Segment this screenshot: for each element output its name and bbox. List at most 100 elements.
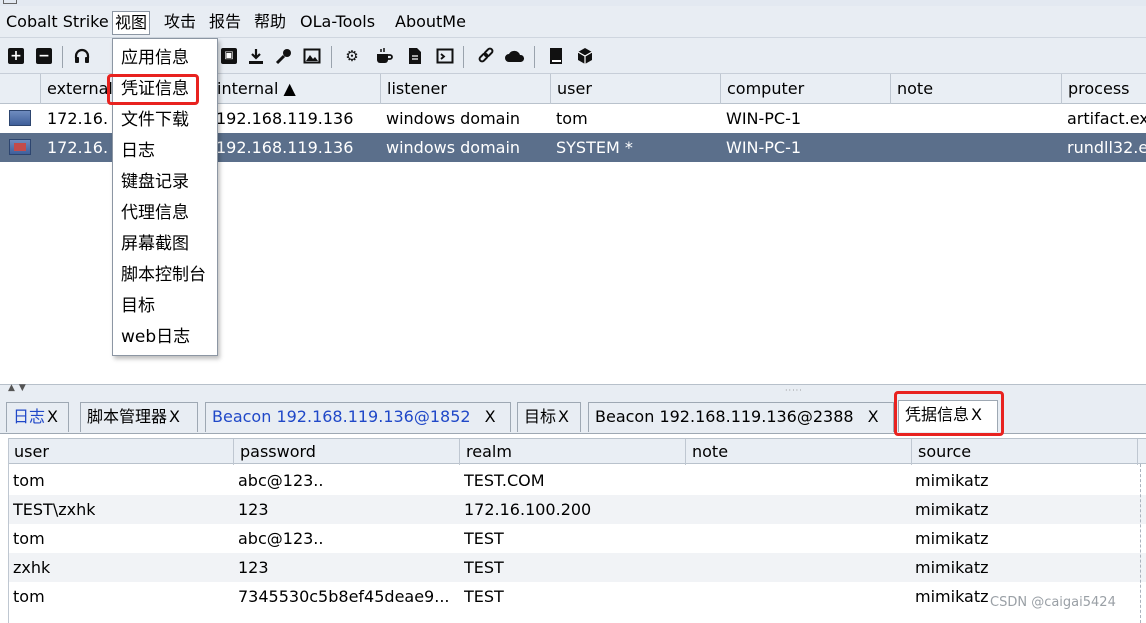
menu-attack[interactable]: 攻击 [162, 11, 198, 35]
cell-user: SYSTEM * [556, 138, 633, 157]
table-left-border [8, 438, 9, 623]
cell-password: abc@123.. [238, 529, 324, 548]
cell-user: tom [556, 109, 588, 128]
col-header-password[interactable]: password [233, 439, 459, 465]
cube-icon[interactable] [575, 46, 595, 66]
computer-icon [9, 110, 31, 126]
credential-row[interactable]: zxhk 123 TEST mimikatz [8, 553, 1146, 582]
tab-label: 目标 [524, 407, 557, 426]
split-pane-divider[interactable]: ▲▼ ····· [0, 383, 1146, 396]
cell-source: mimikatz [915, 471, 989, 490]
tab-close-button[interactable]: X [868, 407, 879, 426]
tab-label: Beacon 192.168.119.136@1852 [212, 407, 471, 426]
menu-item-log[interactable]: 日志 [113, 136, 217, 167]
menu-item-proxy-pivots[interactable]: 代理信息 [113, 198, 217, 229]
col-header-note[interactable]: note [890, 74, 1061, 104]
menu-item-web-log[interactable]: web日志 [113, 322, 217, 353]
headphones-icon[interactable] [72, 46, 92, 66]
credential-row[interactable]: tom 7345530c5b8ef45deae9... TEST mimikat… [8, 582, 1146, 611]
tab-script-manager[interactable]: 脚本管理器 X [80, 402, 198, 432]
cell-user: zxhk [13, 558, 51, 577]
view-menu-dropdown: 应用信息 凭证信息 文件下载 日志 键盘记录 代理信息 屏幕截图 脚本控制台 目… [112, 38, 218, 356]
credentials-panel: user password realm note source tom abc@… [0, 434, 1146, 623]
menu-item-keystrokes[interactable]: 键盘记录 [113, 167, 217, 198]
menu-ola-tools[interactable]: OLa-Tools [298, 11, 377, 35]
computer-system-icon [9, 139, 31, 155]
link-icon[interactable] [476, 46, 496, 66]
cell-source: mimikatz [915, 587, 989, 606]
menu-item-app-info[interactable]: 应用信息 [113, 43, 217, 74]
coffee-icon[interactable] [374, 46, 394, 66]
col-header-internal[interactable]: internal ▲ [210, 74, 380, 104]
menu-view[interactable]: 视图 [112, 11, 151, 35]
menu-about-me[interactable]: AboutMe [393, 11, 468, 35]
tab-beacon-2388[interactable]: Beacon 192.168.119.136@2388 X [588, 402, 894, 432]
col-header-realm[interactable]: realm [459, 439, 685, 465]
cell-listener: windows domain [386, 109, 521, 128]
cell-realm: 172.16.100.200 [464, 500, 592, 519]
menu-item-script-console[interactable]: 脚本控制台 [113, 260, 217, 291]
picture-icon[interactable] [302, 46, 322, 66]
key-icon[interactable] [274, 46, 294, 66]
col-header-process[interactable]: process [1061, 74, 1146, 104]
plus-icon[interactable]: + [6, 46, 26, 66]
cloud-icon[interactable] [505, 46, 525, 66]
col-header-source[interactable]: source [911, 439, 1137, 465]
tab-bar: 日志 X 脚本管理器 X Beacon 192.168.119.136@1852 X … [0, 396, 1146, 434]
menu-item-downloads[interactable]: 文件下载 [113, 105, 217, 136]
tab-targets[interactable]: 目标 X [517, 402, 581, 432]
cell-password: 123 [238, 500, 269, 519]
tab-label: Beacon 192.168.119.136@2388 [595, 407, 854, 426]
col-header-computer[interactable]: computer [720, 74, 890, 104]
cell-user: tom [13, 471, 45, 490]
cell-password: abc@123.. [238, 471, 324, 490]
menu-bar: Cobalt Strike 视图 攻击 报告 帮助 OLa-Tools Abou… [0, 6, 1146, 38]
cell-process: artifact.ex [1067, 109, 1146, 128]
document-icon[interactable] [405, 46, 425, 66]
cell-listener: windows domain [386, 138, 521, 157]
menu-cobalt-strike[interactable]: Cobalt Strike [4, 11, 111, 35]
minus-icon[interactable]: − [34, 46, 54, 66]
col-header-note[interactable]: note [685, 439, 911, 465]
menu-report[interactable]: 报告 [207, 11, 243, 35]
terminal-icon[interactable] [435, 46, 455, 66]
menu-item-credentials[interactable]: 凭证信息 [113, 74, 217, 105]
credential-row[interactable]: tom abc@123.. TEST mimikatz [8, 524, 1146, 553]
cell-internal: 192.168.119.136 [216, 109, 354, 128]
divider-grip-icon[interactable]: ····· [785, 386, 803, 395]
col-header-more[interactable] [1137, 439, 1146, 465]
cell-internal: 192.168.119.136 [216, 138, 354, 157]
tab-label: 日志 [13, 407, 46, 426]
image-icon[interactable]: ▣ [219, 46, 239, 66]
tab-log[interactable]: 日志 X [6, 402, 69, 432]
gear-icon[interactable]: ⚙ [342, 46, 362, 66]
credentials-table-header: user password realm note source [8, 438, 1146, 465]
cell-user: tom [13, 587, 45, 606]
tab-beacon-1852[interactable]: Beacon 192.168.119.136@1852 X [205, 402, 511, 432]
tab-close-button[interactable]: X [485, 407, 496, 426]
collapse-arrows-icon[interactable]: ▲▼ [8, 383, 30, 393]
tab-close-button[interactable]: X [558, 407, 569, 426]
download-icon[interactable] [246, 46, 266, 66]
col-header-user[interactable]: user [550, 74, 720, 104]
cell-user: TEST\zxhk [13, 500, 96, 519]
book-icon[interactable] [546, 46, 566, 66]
menu-item-targets[interactable]: 目标 [113, 291, 217, 322]
col-header-listener[interactable]: listener [380, 74, 550, 104]
credential-row[interactable]: tom abc@123.. TEST.COM mimikatz [8, 466, 1146, 495]
credential-row[interactable]: TEST\zxhk 123 172.16.100.200 mimikatz [8, 495, 1146, 524]
toolbar-separator [534, 46, 535, 68]
cell-realm: TEST.COM [464, 471, 545, 490]
cell-realm: TEST [464, 587, 504, 606]
tab-credentials[interactable]: 凭据信息 X [898, 400, 998, 432]
menu-item-screenshots[interactable]: 屏幕截图 [113, 229, 217, 260]
col-header-user[interactable]: user [8, 439, 233, 465]
tab-close-button[interactable]: X [971, 405, 982, 424]
tab-close-button[interactable]: X [47, 407, 58, 426]
cell-source: mimikatz [915, 500, 989, 519]
table-right-column-border [1140, 464, 1141, 623]
tab-close-button[interactable]: X [169, 407, 180, 426]
cell-external: 172.16.1 [47, 109, 107, 128]
cell-realm: TEST [464, 558, 504, 577]
menu-help[interactable]: 帮助 [252, 11, 288, 35]
